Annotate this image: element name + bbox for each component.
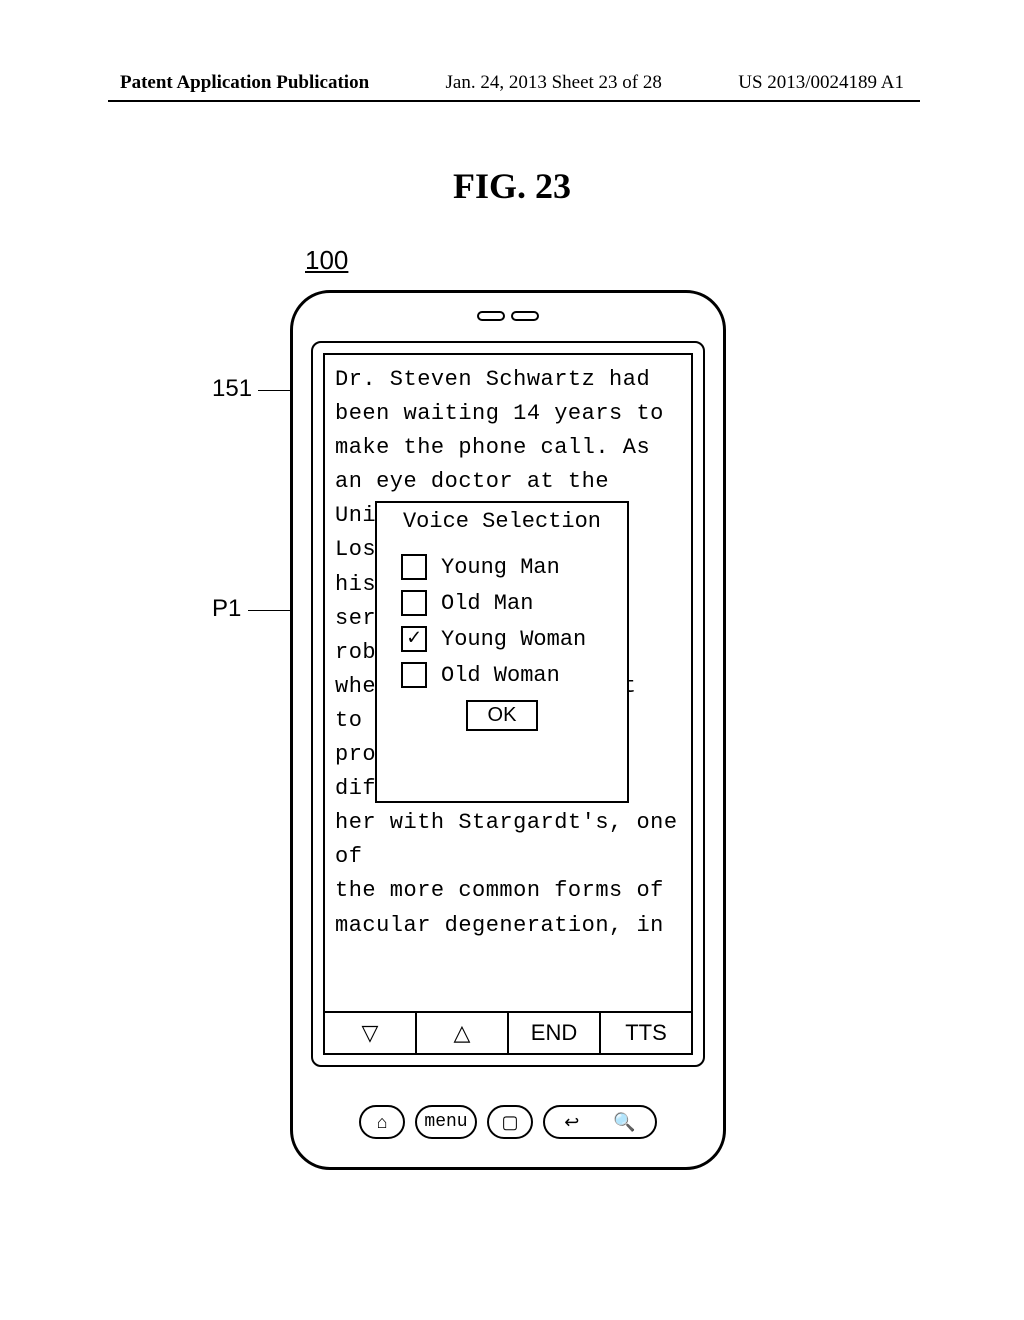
screen: Dr. Steven Schwartz had been waiting 14 … (311, 341, 705, 1067)
scroll-down-button[interactable]: ▽ (323, 1011, 417, 1055)
header-rule (108, 100, 920, 102)
option-old-woman[interactable]: Old Woman (401, 662, 627, 688)
end-button[interactable]: END (509, 1011, 601, 1055)
pub-number: US 2013/0024189 A1 (738, 72, 904, 94)
option-label: Old Woman (441, 663, 560, 688)
popup-title: Voice Selection (377, 503, 627, 544)
ok-button[interactable]: OK (466, 700, 538, 731)
menu-button[interactable]: menu (415, 1105, 477, 1139)
popup-options: Young Man Old Man ✓ Young Woman Old Woma… (377, 554, 627, 688)
checkbox-icon[interactable] (401, 590, 427, 616)
pub-type: Patent Application Publication (120, 72, 369, 94)
speaker-grille (477, 311, 539, 321)
reader-toolbar: ▽ △ END TTS (323, 1011, 693, 1055)
figure-title: FIG. 23 (0, 165, 1024, 207)
device-ref-100: 100 (305, 245, 348, 276)
hardware-buttons: ⌂ menu ▢ ↩ 🔍 (293, 1105, 723, 1139)
scroll-up-button[interactable]: △ (417, 1011, 509, 1055)
checkbox-checked-icon[interactable]: ✓ (401, 626, 427, 652)
home-icon: ⌂ (377, 1112, 388, 1133)
option-label: Old Man (441, 591, 533, 616)
back-search-rocker[interactable]: ↩ 🔍 (543, 1105, 657, 1139)
option-label: Young Man (441, 555, 560, 580)
phone-body: Dr. Steven Schwartz had been waiting 14 … (290, 290, 726, 1170)
search-icon: 🔍 (613, 1112, 635, 1133)
checkbox-icon[interactable] (401, 554, 427, 580)
option-old-man[interactable]: Old Man (401, 590, 627, 616)
square-icon: ▢ (501, 1112, 518, 1133)
ref-label-151: 151 (212, 375, 252, 403)
pub-date: Jan. 24, 2013 Sheet 23 of 28 (446, 72, 662, 94)
back-icon: ↩ (564, 1112, 579, 1133)
home-button[interactable]: ⌂ (359, 1105, 405, 1139)
checkbox-icon[interactable] (401, 662, 427, 688)
voice-selection-popup: Voice Selection Young Man Old Man ✓ Youn… (375, 501, 629, 803)
option-young-woman[interactable]: ✓ Young Woman (401, 626, 627, 652)
option-label: Young Woman (441, 627, 586, 652)
option-young-man[interactable]: Young Man (401, 554, 627, 580)
center-button[interactable]: ▢ (487, 1105, 533, 1139)
ref-label-p1: P1 (212, 595, 241, 623)
tts-button[interactable]: TTS (601, 1011, 693, 1055)
